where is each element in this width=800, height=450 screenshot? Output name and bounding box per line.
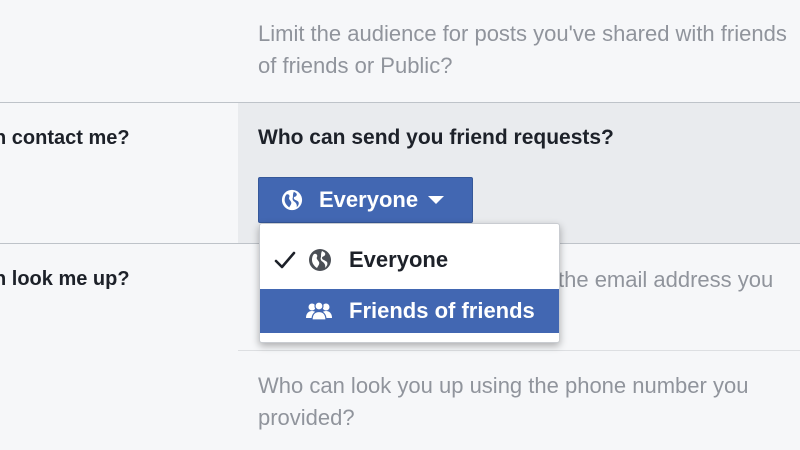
- audience-dropdown-menu: Everyone Friends of friends: [259, 223, 560, 343]
- email-lookup-question: the email address you: [558, 267, 774, 292]
- menu-item-friends-of-friends-label: Friends of friends: [349, 298, 535, 323]
- past-posts-row: Limit the audience for posts you've shar…: [0, 0, 800, 102]
- lookup-section-label: n look me up?: [0, 268, 130, 290]
- contact-section-label: n contact me?: [0, 127, 130, 149]
- checkmark-icon: [274, 251, 296, 269]
- friend-requests-question: Who can send you friend requests?: [258, 126, 614, 149]
- friends-icon: [306, 301, 332, 321]
- globe-icon: [309, 249, 331, 271]
- phone-lookup-question: Who can look you up using the phone numb…: [258, 373, 749, 430]
- menu-item-friends-of-friends[interactable]: Friends of friends: [260, 289, 559, 333]
- menu-item-everyone-label: Everyone: [349, 247, 449, 272]
- globe-icon: [281, 189, 303, 211]
- chevron-down-icon: [428, 196, 445, 204]
- audience-selector-button[interactable]: Everyone: [258, 177, 473, 223]
- privacy-settings-page: Limit the audience for posts you've shar…: [0, 0, 800, 450]
- audience-selector-label: Everyone: [319, 187, 419, 212]
- row-divider: [238, 350, 800, 351]
- menu-item-everyone[interactable]: Everyone: [260, 238, 559, 282]
- past-posts-description: Limit the audience for posts you've shar…: [258, 21, 787, 78]
